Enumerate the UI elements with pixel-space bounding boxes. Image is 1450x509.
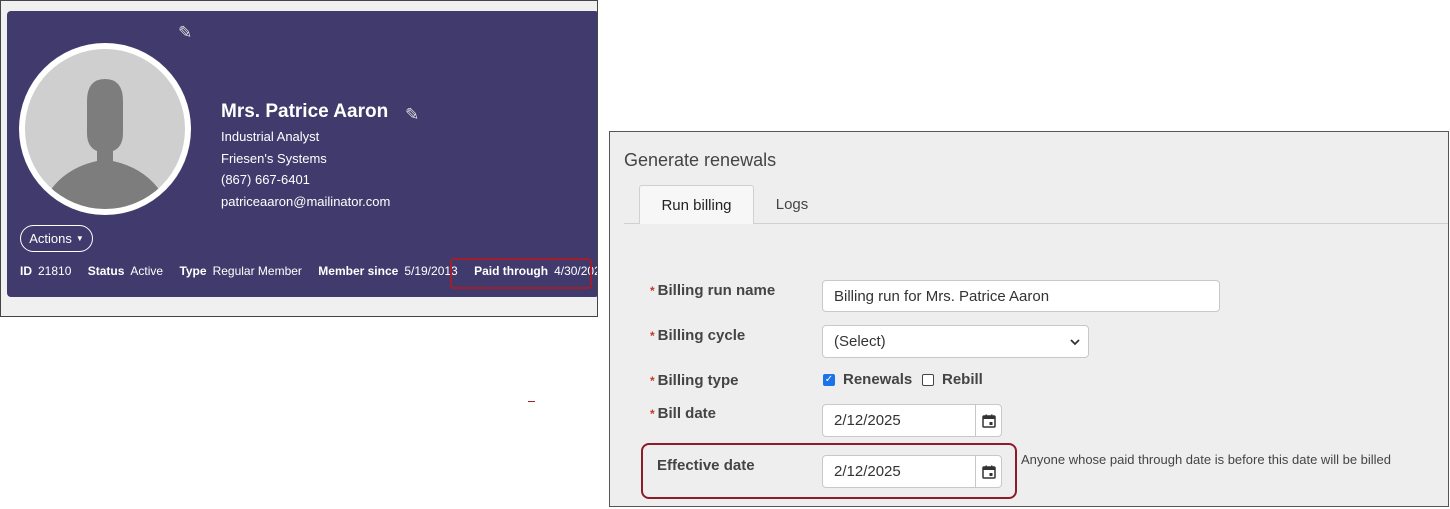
type-value: Regular Member (212, 264, 302, 278)
avatar (19, 43, 191, 215)
rebill-checkbox[interactable] (922, 374, 934, 386)
actions-label: Actions (29, 231, 72, 246)
pencil-icon[interactable]: ✎ (178, 24, 192, 41)
profile-card: ✎ Mrs. Patrice Aaron ✎ Industrial Analys… (7, 11, 597, 297)
calendar-icon[interactable] (975, 405, 1001, 436)
billing-cycle-select[interactable]: (Select) (822, 325, 1089, 358)
tab-run-billing[interactable]: Run billing (639, 185, 754, 224)
bill-date-label: * Bill date (650, 405, 717, 422)
avatar-silhouette-icon (45, 79, 165, 209)
billing-run-name-value: Billing run for Mrs. Patrice Aaron (834, 287, 1050, 305)
required-marker: * (650, 374, 655, 388)
member-profile-panel: ✎ Mrs. Patrice Aaron ✎ Industrial Analys… (0, 0, 598, 317)
tab-logs[interactable]: Logs (760, 185, 824, 224)
effective-date-label: Effective date (657, 457, 755, 474)
required-marker: * (650, 329, 655, 343)
renewals-checkbox[interactable]: ✓ (823, 374, 835, 386)
bill-date-input[interactable]: 2/12/2025 (822, 404, 1002, 437)
billing-cycle-label: * Billing cycle (650, 327, 746, 344)
member-name: Mrs. Patrice Aaron (221, 101, 389, 122)
type-label: Type (179, 264, 207, 278)
panel-title: Generate renewals (624, 150, 777, 170)
actions-button[interactable]: Actions ▼ (20, 225, 93, 252)
id-value: 21810 (38, 264, 72, 278)
generate-renewals-panel: Generate renewals Run billing Logs * Bill… (609, 131, 1449, 507)
id-label: ID (20, 264, 32, 278)
rebill-option-label: Rebill (942, 371, 983, 388)
member-phone: (867) 667-6401 (221, 172, 310, 187)
status-label: Status (87, 264, 125, 278)
member-email: patriceaaron@mailinator.com (221, 194, 391, 209)
member-since-label: Member since (318, 264, 399, 278)
member-job-title: Industrial Analyst (221, 129, 320, 144)
caret-down-icon: ▼ (75, 234, 84, 243)
effective-date-input[interactable]: 2/12/2025 (822, 455, 1002, 488)
bill-date-value: 2/12/2025 (834, 412, 901, 429)
annotation-mark (528, 401, 535, 402)
effective-date-value: 2/12/2025 (834, 463, 901, 480)
billing-run-name-input[interactable]: Billing run for Mrs. Patrice Aaron (822, 280, 1220, 312)
billing-run-name-label: * Billing run name (650, 282, 776, 299)
required-marker: * (650, 284, 655, 298)
paid-through-highlight (450, 258, 592, 289)
chevron-down-icon (1070, 338, 1080, 345)
checkmark-icon: ✓ (824, 374, 834, 385)
renewals-option-label: Renewals (843, 371, 913, 388)
billing-type-label: * Billing type (650, 372, 739, 389)
status-value: Active (130, 264, 164, 278)
effective-date-hint: Anyone whose paid through date is before… (1021, 452, 1392, 467)
required-marker: * (650, 407, 655, 421)
billing-cycle-selected: (Select) (834, 333, 886, 350)
calendar-icon[interactable] (975, 456, 1001, 487)
pencil-icon[interactable]: ✎ (405, 106, 419, 123)
member-company: Friesen's Systems (221, 151, 327, 166)
